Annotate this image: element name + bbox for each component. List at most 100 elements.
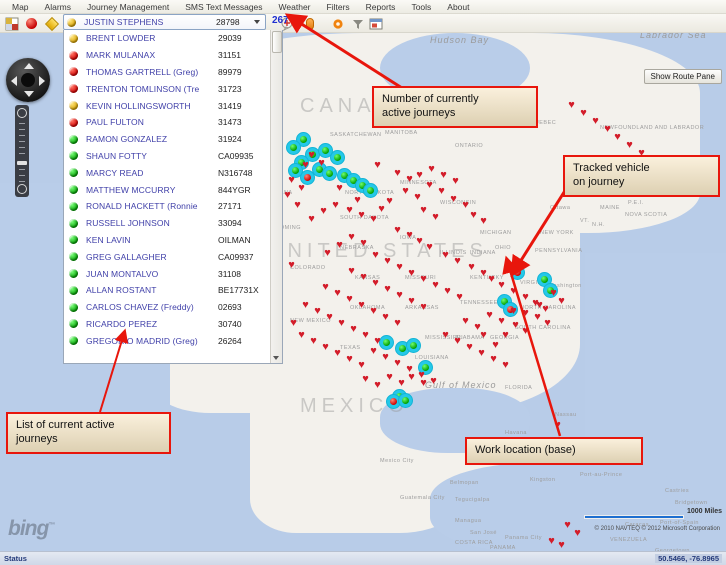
journey-selector-combobox[interactable]: JUSTIN STEPHENS 28798: [63, 14, 266, 30]
journey-list-item[interactable]: KEN LAVINOILMAN: [64, 232, 282, 249]
work-location-pin[interactable]: ♥: [612, 132, 623, 142]
orange-capsule-icon[interactable]: [302, 16, 317, 31]
journey-list-item[interactable]: RICARDO PEREZ30740: [64, 316, 282, 333]
work-location-pin[interactable]: ♥: [424, 242, 435, 252]
work-location-pin[interactable]: ♥: [406, 296, 417, 306]
pan-center-hub[interactable]: [21, 73, 35, 87]
work-location-pin[interactable]: ♥: [318, 206, 329, 216]
work-location-pin[interactable]: ♥: [414, 170, 425, 180]
journey-list-item[interactable]: JUAN MONTALVO31108: [64, 265, 282, 282]
pan-up-arrow-icon[interactable]: [24, 63, 34, 69]
work-location-pin[interactable]: ♥: [452, 336, 463, 346]
work-location-pin[interactable]: ♥: [296, 183, 307, 193]
work-location-pin[interactable]: ♥: [332, 348, 343, 358]
work-location-pin[interactable]: ♥: [334, 183, 345, 193]
work-location-pin[interactable]: ♥: [476, 348, 487, 358]
zoom-out-icon[interactable]: [17, 184, 27, 194]
menu-item-about[interactable]: About: [439, 0, 477, 14]
tracked-vehicle-marker[interactable]: [318, 143, 333, 158]
work-location-pin[interactable]: ♥: [320, 342, 331, 352]
tracked-vehicle-marker[interactable]: [510, 265, 525, 280]
work-location-pin[interactable]: ♥: [424, 180, 435, 190]
journey-list-item[interactable]: GREG GALLAGHERCA09937: [64, 248, 282, 265]
work-location-pin[interactable]: ♥: [418, 378, 429, 388]
scroll-down-arrow-icon[interactable]: [273, 356, 279, 360]
window-icon[interactable]: [368, 16, 383, 31]
zoom-in-icon[interactable]: [17, 108, 27, 118]
work-location-pin[interactable]: ♥: [460, 316, 471, 326]
work-location-pin[interactable]: ♥: [296, 330, 307, 340]
menu-item-sms-text-messages[interactable]: SMS Text Messages: [177, 0, 270, 14]
work-location-pin[interactable]: ♥: [392, 225, 403, 235]
work-location-pin[interactable]: ♥: [556, 540, 567, 550]
scrollbar-thumb[interactable]: [272, 31, 282, 53]
work-location-pin[interactable]: ♥: [356, 210, 367, 220]
settings-gear-icon[interactable]: [330, 16, 345, 31]
work-location-pin[interactable]: ♥: [428, 376, 439, 386]
work-location-pin[interactable]: ♥: [624, 140, 635, 150]
work-location-pin[interactable]: ♥: [392, 318, 403, 328]
work-location-pin[interactable]: ♥: [392, 168, 403, 178]
work-location-pin[interactable]: ♥: [368, 306, 379, 316]
work-location-pin[interactable]: ♥: [316, 158, 327, 168]
journey-list-item[interactable]: MARK MULANAX31151: [64, 47, 282, 64]
work-location-pin[interactable]: ♥: [320, 282, 331, 292]
tracked-vehicle-marker[interactable]: [363, 183, 378, 198]
work-location-pin[interactable]: ♥: [454, 292, 465, 302]
work-location-pin[interactable]: ♥: [440, 330, 451, 340]
work-location-pin[interactable]: ♥: [566, 100, 577, 110]
tracked-vehicle-marker[interactable]: [406, 338, 421, 353]
work-location-pin[interactable]: ♥: [508, 306, 519, 316]
journey-list-item[interactable]: RONALD HACKETT (Ronnie27171: [64, 198, 282, 215]
menu-item-tools[interactable]: Tools: [403, 0, 439, 14]
chevron-down-icon[interactable]: [254, 20, 260, 24]
work-location-pin[interactable]: ♥: [356, 360, 367, 370]
journey-list-item[interactable]: PAUL FULTON31473: [64, 114, 282, 131]
work-location-pin[interactable]: ♥: [466, 262, 477, 272]
map-page-icon[interactable]: [4, 16, 19, 31]
journey-list-item[interactable]: ALLAN ROSTANTBE17731X: [64, 282, 282, 299]
work-location-pin[interactable]: ♥: [400, 186, 411, 196]
work-location-pin[interactable]: ♥: [380, 352, 391, 362]
work-location-pin[interactable]: ♥: [590, 116, 601, 126]
work-location-pin[interactable]: ♥: [508, 286, 519, 296]
work-location-pin[interactable]: ♥: [336, 318, 347, 328]
work-location-pin[interactable]: ♥: [520, 308, 531, 318]
work-location-pin[interactable]: ♥: [360, 330, 371, 340]
work-location-pin[interactable]: ♥: [344, 294, 355, 304]
work-location-pin[interactable]: ♥: [484, 310, 495, 320]
journey-list-item[interactable]: TRENTON TOMLINSON (Tre31723: [64, 80, 282, 97]
pan-left-arrow-icon[interactable]: [11, 76, 17, 86]
map-pan-control[interactable]: [6, 58, 50, 102]
work-location-pin[interactable]: ♥: [542, 318, 553, 328]
work-location-pin[interactable]: ♥: [496, 280, 507, 290]
menu-item-reports[interactable]: Reports: [358, 0, 404, 14]
work-location-pin[interactable]: ♥: [556, 296, 567, 306]
journey-list-item[interactable]: RAMON GONZALEZ31924: [64, 131, 282, 148]
work-location-pin[interactable]: ♥: [348, 324, 359, 334]
tracked-vehicle-marker[interactable]: [398, 393, 413, 408]
work-location-pin[interactable]: ♥: [418, 205, 429, 215]
work-location-pin[interactable]: ♥: [368, 346, 379, 356]
work-location-pin[interactable]: ♥: [452, 256, 463, 266]
pan-right-arrow-icon[interactable]: [39, 76, 45, 86]
work-location-pin[interactable]: ♥: [392, 358, 403, 368]
work-location-pin[interactable]: ♥: [324, 312, 335, 322]
work-location-pin[interactable]: ♥: [330, 200, 341, 210]
journey-list-item[interactable]: GREGORIO MADRID (Greg)26264: [64, 332, 282, 349]
work-location-pin[interactable]: ♥: [436, 186, 447, 196]
work-location-pin[interactable]: ♥: [418, 274, 429, 284]
filter-funnel-icon[interactable]: [350, 16, 365, 31]
work-location-pin[interactable]: ♥: [426, 164, 437, 174]
work-location-pin[interactable]: ♥: [488, 354, 499, 364]
zoom-slider-thumb[interactable]: [17, 161, 27, 165]
menu-item-journey-management[interactable]: Journey Management: [79, 0, 177, 14]
work-location-pin[interactable]: ♥: [430, 280, 441, 290]
work-location-pin[interactable]: ♥: [490, 340, 501, 350]
journey-list-item[interactable]: MATTHEW MCCURRY844YGR: [64, 181, 282, 198]
journey-list-item[interactable]: BRENT LOWDER29039: [64, 30, 282, 47]
work-location-pin[interactable]: ♥: [384, 372, 395, 382]
work-location-pin[interactable]: ♥: [440, 250, 451, 260]
work-location-pin[interactable]: ♥: [334, 240, 345, 250]
work-location-pin[interactable]: ♥: [394, 290, 405, 300]
